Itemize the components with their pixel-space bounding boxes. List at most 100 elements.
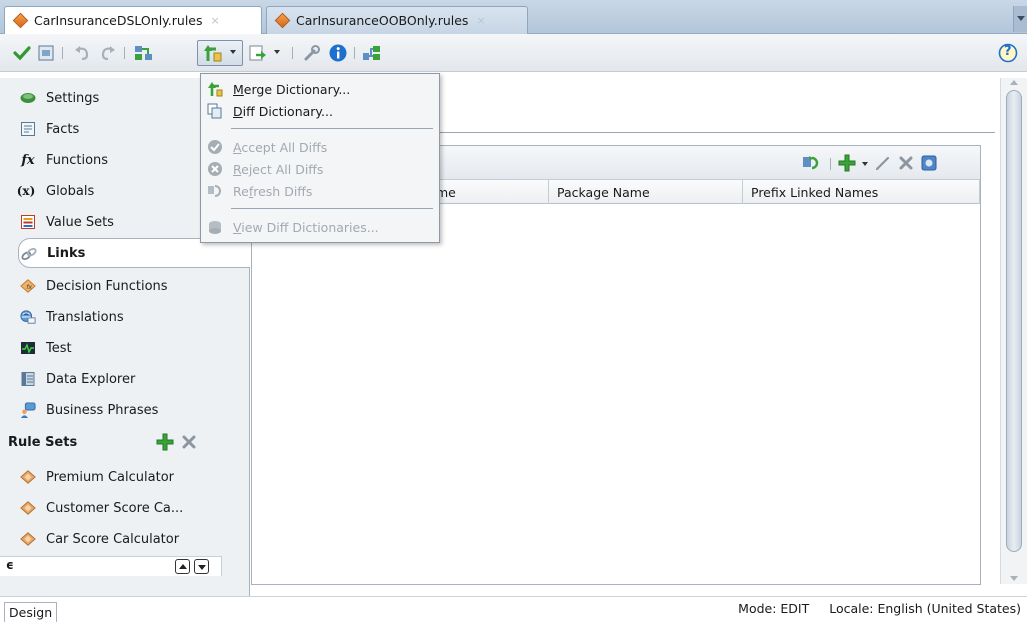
- merge-dictionary-icon[interactable]: [202, 43, 222, 63]
- delete-link-icon[interactable]: [898, 155, 914, 175]
- data-explorer-icon: [20, 371, 36, 387]
- sidebar-item-label: Test: [46, 340, 72, 356]
- toolbar-separator: [62, 47, 63, 59]
- dictionary-link-icon[interactable]: [362, 43, 382, 63]
- menu-item-label: Merge Dictionary...: [233, 81, 351, 97]
- editor-toolbar: ?: [0, 34, 1027, 72]
- settings-wrench-icon[interactable]: [302, 43, 322, 63]
- tab-list-dropdown[interactable]: [1013, 6, 1027, 32]
- sidebar-item-label: Business Phrases: [46, 402, 159, 418]
- sidebar-item-label: Premium Calculator: [46, 469, 174, 485]
- export-icon[interactable]: [248, 43, 268, 63]
- toolbar-separator: [354, 47, 355, 59]
- menu-item-label: Diff Dictionary...: [233, 103, 333, 119]
- menu-separator: [231, 208, 433, 209]
- menu-item-diff-dictionary[interactable]: Diff Dictionary...: [201, 100, 439, 122]
- sidebar-item-label: Globals: [46, 183, 95, 199]
- refresh-icon: [207, 183, 223, 199]
- link-settings-icon[interactable]: [920, 154, 938, 176]
- rule-set-icon: [20, 469, 36, 485]
- menu-item-label: Accept All Diffs: [233, 139, 328, 155]
- collapse-navigator-icon[interactable]: ϵ: [6, 558, 14, 572]
- sidebar-item-label: Data Explorer: [46, 371, 136, 387]
- sidebar-item-translations[interactable]: Translations: [18, 302, 250, 332]
- sidebar-item-business-phrases[interactable]: Business Phrases: [18, 395, 250, 425]
- tab-close-icon[interactable]: ×: [211, 14, 220, 27]
- redo-icon[interactable]: [98, 43, 118, 63]
- add-rule-set-icon[interactable]: [156, 433, 174, 455]
- accept-check-icon: [207, 139, 223, 155]
- refresh-links-icon[interactable]: [802, 154, 822, 176]
- toolbar-separator: [292, 47, 293, 59]
- edit-link-pencil-icon[interactable]: [874, 154, 892, 176]
- menu-item-reject-all-diffs[interactable]: Reject All Diffs: [201, 158, 439, 180]
- sidebar-item-label: Car Score Calculator: [46, 531, 180, 547]
- scroll-down-button[interactable]: [194, 559, 209, 574]
- sidebar-item-rule-set[interactable]: Premium Calculator: [18, 462, 250, 492]
- toolbar-separator: [830, 158, 831, 170]
- scrollbar-thumb[interactable]: [1006, 90, 1022, 552]
- toolbar-separator: [124, 47, 125, 59]
- validate-check-icon[interactable]: [12, 43, 32, 63]
- sidebar-item-label: Functions: [46, 152, 109, 168]
- diff-dictionary-icon: [207, 103, 223, 119]
- tab-close-icon[interactable]: ×: [476, 14, 485, 27]
- business-phrases-icon: [20, 402, 36, 418]
- column-header-prefix-linked-names[interactable]: Prefix Linked Names: [743, 180, 980, 204]
- scroll-up-arrow-icon[interactable]: [1010, 80, 1018, 85]
- scroll-down-arrow-icon[interactable]: [1010, 576, 1018, 581]
- undo-icon[interactable]: [72, 43, 92, 63]
- merge-dropdown-arrow-icon[interactable]: [230, 50, 236, 54]
- menu-item-view-diff-dictionaries[interactable]: View Diff Dictionaries...: [201, 216, 439, 238]
- sidebar-item-rule-set[interactable]: Car Score Calculator: [18, 524, 250, 546]
- view-diff-icon: [207, 219, 223, 235]
- info-icon[interactable]: [328, 43, 348, 63]
- add-link-dropdown-arrow-icon[interactable]: [862, 162, 868, 166]
- status-locale: Locale: English (United States): [829, 601, 1021, 616]
- menu-item-label: Reject All Diffs: [233, 161, 324, 177]
- svg-text:fx: fx: [26, 284, 32, 291]
- sidebar-item-label: Translations: [46, 309, 124, 325]
- column-header-package-name[interactable]: Package Name: [549, 180, 743, 204]
- sidebar-item-decision-functions[interactable]: fx Decision Functions: [18, 271, 250, 301]
- sidebar-item-label: Decision Functions: [46, 278, 168, 294]
- status-bar: Mode: EDIT Locale: English (United State…: [0, 596, 1027, 622]
- design-tab[interactable]: Design: [4, 602, 58, 622]
- menu-item-refresh-diffs[interactable]: Refresh Diffs: [201, 180, 439, 202]
- column-label: Prefix Linked Names: [751, 184, 879, 200]
- tab-label: CarInsuranceOOBOnly.rules: [296, 13, 469, 28]
- status-text: Mode: EDIT Locale: English (United State…: [738, 601, 1021, 616]
- menu-item-label: View Diff Dictionaries...: [233, 219, 379, 235]
- dictionary-icon[interactable]: [36, 43, 56, 63]
- sidebar-item-data-explorer[interactable]: Data Explorer: [18, 364, 250, 394]
- help-icon[interactable]: ?: [998, 43, 1018, 63]
- facts-icon: [20, 121, 36, 137]
- settings-icon: [20, 90, 36, 106]
- decision-functions-icon: fx: [20, 278, 36, 294]
- translations-icon: [20, 309, 36, 325]
- link-dictionary-icon[interactable]: [134, 43, 154, 63]
- sidebar-item-rule-set[interactable]: Customer Score Ca...: [18, 493, 250, 523]
- tab-carinsurance-oob[interactable]: CarInsuranceOOBOnly.rules ×: [266, 6, 528, 34]
- sidebar-item-label: Facts: [46, 121, 80, 137]
- tab-label: CarInsuranceDSLOnly.rules: [34, 13, 203, 28]
- sidebar-item-test[interactable]: Test: [18, 333, 250, 363]
- tab-carinsurance-dsl[interactable]: CarInsuranceDSLOnly.rules ×: [4, 6, 262, 34]
- vertical-scrollbar[interactable]: [1000, 78, 1027, 584]
- rule-sets-title: Rule Sets: [8, 434, 78, 450]
- export-dropdown-arrow-icon[interactable]: [274, 50, 280, 54]
- rules-file-icon: [12, 12, 29, 29]
- column-label: Package Name: [557, 184, 650, 200]
- sidebar-item-label: Value Sets: [46, 214, 114, 230]
- functions-icon: fx: [21, 152, 35, 168]
- help-label: ?: [1004, 44, 1012, 59]
- scroll-up-button[interactable]: [175, 559, 190, 574]
- rules-file-icon: [274, 12, 291, 29]
- add-link-icon[interactable]: [838, 154, 856, 176]
- reject-x-icon: [207, 161, 223, 177]
- delete-rule-set-icon[interactable]: [181, 434, 197, 454]
- menu-item-accept-all-diffs[interactable]: Accept All Diffs: [201, 136, 439, 158]
- menu-item-merge-dictionary[interactable]: Merge Dictionary...: [201, 78, 439, 100]
- menu-separator: [231, 128, 433, 129]
- merge-dictionary-icon: [207, 81, 223, 97]
